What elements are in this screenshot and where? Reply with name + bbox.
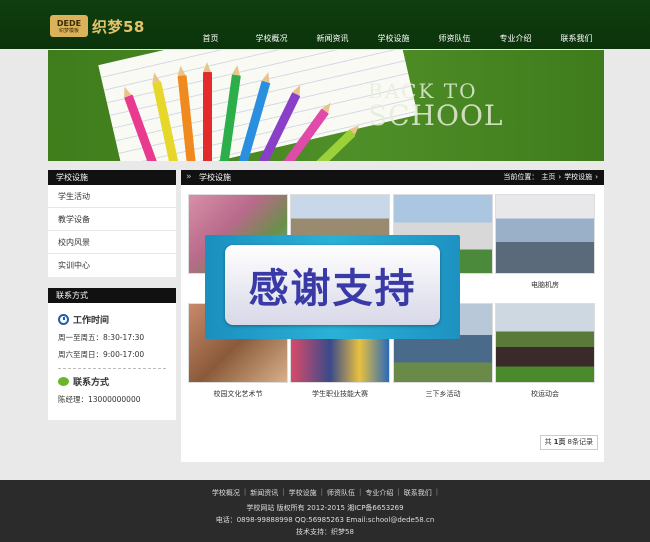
sidebar-item-equipment[interactable]: 教学设备 [48,208,176,231]
site-logo[interactable]: DEDE 织梦模板 织梦58 [50,14,145,38]
contact-manager: 陈经理：13000000000 [58,395,141,404]
breadcrumb: 当前位置： 主页 › 学校设施 › [503,170,598,185]
chevron-right-icon: › [595,173,598,181]
footer-link-news[interactable]: 新闻资讯 [250,488,278,498]
chat-icon [58,377,69,386]
pagination: 共 1页 8条记录 [539,435,598,450]
main-nav: 首页 学校概况 新闻资讯 学校设施 师资队伍 专业介绍 联系我们 [180,33,607,44]
contact-heading: 联系方式 [58,375,166,388]
site-footer: 学校概况 | 新闻资讯 | 学校设施 | 师资队伍 | 专业介绍 | 联系我们 | 学校网站… [0,480,650,542]
caption-art-festival[interactable]: 校园文化艺术节 [188,389,288,399]
separator: | [397,488,400,496]
sidebar-item-scenery[interactable]: 校内风景 [48,231,176,254]
breadcrumb-current[interactable]: 学校设施 [564,170,592,185]
thanks-overlay: 感谢支持 [205,235,460,339]
separator: | [320,488,323,496]
nav-news[interactable]: 新闻资讯 [302,33,363,44]
thanks-card: 感谢支持 [225,245,440,325]
sidebar-facilities-title: 学校设施 [48,170,176,185]
logo-badge-subtext: 织梦模板 [58,27,79,34]
pencil-icon [203,62,212,161]
pager-records: 8条记录 [567,438,593,446]
footer-link-about[interactable]: 学校概况 [212,488,240,498]
work-time-heading: 工作时间 [58,313,166,326]
breadcrumb-label: 当前位置： [503,173,539,181]
pager-prefix: 共 [544,438,552,446]
double-arrow-icon: » [186,172,192,182]
photo-thumb[interactable] [495,303,595,383]
separator: | [282,488,285,496]
nav-about[interactable]: 学校概况 [241,33,302,44]
footer-link-teachers[interactable]: 师资队伍 [327,488,355,498]
main-title: 学校设施 [199,173,231,182]
contact-sub-title: 联系方式 [73,378,110,388]
work-time-weekday: 周一至周五：8:30-17:30 [58,333,145,342]
sidebar-facilities: 学校设施 学生活动 教学设备 校内风景 实训中心 [48,170,176,277]
separator: | [243,488,247,496]
pager-pages: 1页 [553,438,566,446]
caption-rural-activity[interactable]: 三下乡活动 [393,389,493,399]
photo-thumb[interactable] [495,194,595,274]
work-time-title: 工作时间 [73,316,110,326]
footer-links: 学校概况 | 新闻资讯 | 学校设施 | 师资队伍 | 专业介绍 | 联系我们 | [0,488,650,498]
banner-line2: SCHOOL [368,99,504,132]
main-header: » 学校设施 当前位置： 主页 › 学校设施 › [181,170,604,185]
caption-sports-meet[interactable]: 校运动会 [495,389,595,399]
nav-majors[interactable]: 专业介绍 [485,33,546,44]
nav-teachers[interactable]: 师资队伍 [424,33,485,44]
logo-badge: DEDE 织梦模板 [50,15,88,37]
logo-text: 织梦58 [92,17,145,36]
clock-icon [58,314,69,325]
divider [58,368,166,369]
site-header: DEDE 织梦模板 织梦58 首页 学校概况 新闻资讯 学校设施 师资队伍 专业… [0,0,650,49]
sidebar-item-activities[interactable]: 学生活动 [48,185,176,208]
chevron-right-icon: › [558,173,562,181]
nav-facilities[interactable]: 学校设施 [363,33,424,44]
nav-home[interactable]: 首页 [180,33,241,44]
work-time-weekend: 周六至周日：9:00-17:00 [58,350,145,359]
separator: | [435,488,439,496]
footer-link-contact[interactable]: 联系我们 [404,488,432,498]
footer-contact: 电话：0898-99888998 QQ:56985263 Email:schoo… [215,516,435,524]
footer-link-majors[interactable]: 专业介绍 [365,488,393,498]
caption-skills-contest[interactable]: 学生职业技能大赛 [290,389,390,399]
footer-support: 技术支持：织梦58 [296,528,354,536]
footer-copyright: 学校网站 版权所有 2012-2015 湘ICP备6653269 [246,504,404,512]
logo-badge-text: DEDE [56,18,82,28]
sidebar-contact: 联系方式 工作时间 周一至周五：8:30-17:30 周六至周日：9:00-17… [48,288,176,420]
footer-link-facilities[interactable]: 学校设施 [289,488,317,498]
sidebar-item-training[interactable]: 实训中心 [48,254,176,277]
thanks-text: 感谢支持 [248,266,417,312]
banner: BACK TO SCHOOL [48,50,604,161]
nav-contact[interactable]: 联系我们 [546,33,607,44]
sidebar-contact-title: 联系方式 [48,288,176,303]
separator: | [359,488,362,496]
breadcrumb-home[interactable]: 主页 [541,170,555,185]
banner-text: BACK TO SCHOOL [368,80,504,130]
caption-computer-room[interactable]: 电脑机房 [495,280,595,290]
